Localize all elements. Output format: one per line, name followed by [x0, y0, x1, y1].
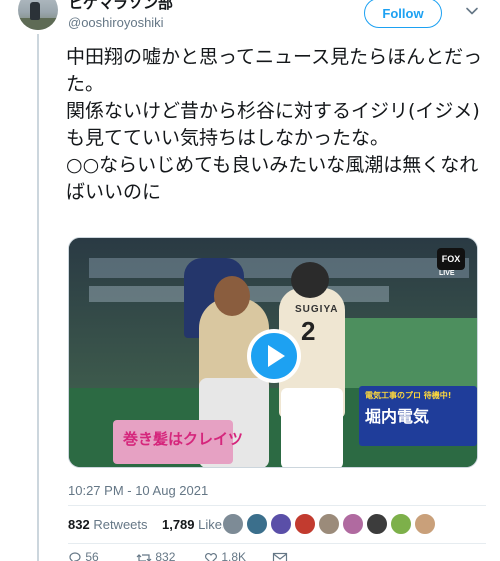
tweet-text: 中田翔の嘘かと思ってニュース見たらほんとだった。 関係ないけど昔から杉谷に対する…	[66, 46, 483, 203]
retweets-count[interactable]: 832	[68, 517, 90, 532]
avatar-5-icon[interactable]	[318, 513, 340, 535]
ad-sign-blue-main: 堀内電気	[365, 407, 430, 426]
ad-sign-blue-top: 電気工事のプロ 待機中!	[365, 391, 452, 400]
like-action[interactable]: 1.8K	[204, 550, 246, 561]
play-icon	[268, 345, 285, 367]
reply-count: 56	[85, 550, 99, 561]
likes-count[interactable]: 1,789	[162, 517, 195, 532]
retweets-label[interactable]: Retweets	[93, 517, 147, 532]
divider	[68, 505, 486, 506]
like-count: 1.8K	[221, 550, 247, 561]
retweet-icon	[136, 553, 152, 561]
avatar-3-icon[interactable]	[270, 513, 292, 535]
dm-action[interactable]	[272, 550, 288, 561]
engagement-stats: 832 Retweets 1,789 Likes	[68, 517, 229, 532]
jersey-name: SUGIYA	[295, 304, 339, 315]
thread-line	[37, 34, 39, 561]
tweet-header: ヒゲマラソン部 @ooshiroyoshiki Follow	[18, 0, 488, 38]
heart-icon	[205, 552, 217, 561]
chevron-down-icon[interactable]	[465, 4, 479, 18]
avatar-1-icon[interactable]	[222, 513, 244, 535]
reply-action[interactable]: 56	[68, 550, 99, 561]
avatar-9-icon[interactable]	[414, 513, 436, 535]
ad-sign-pink-text: 巻き髪はクレイツ	[123, 430, 244, 448]
play-button[interactable]	[247, 329, 301, 383]
display-name[interactable]: ヒゲマラソン部	[68, 0, 173, 13]
follow-button[interactable]: Follow	[364, 0, 442, 28]
avatar[interactable]	[18, 0, 58, 30]
avatar-7-icon[interactable]	[366, 513, 388, 535]
retweet-count: 832	[155, 550, 176, 561]
live-label: LIVE	[439, 270, 455, 277]
jersey-number: 2	[301, 316, 316, 346]
retweet-action[interactable]: 832	[136, 550, 175, 561]
avatar-2-icon[interactable]	[246, 513, 268, 535]
divider	[68, 543, 486, 544]
envelope-icon	[272, 552, 288, 561]
broadcaster-logo: FOX	[437, 248, 465, 270]
reply-icon	[69, 552, 81, 561]
tweet-timestamp[interactable]: 10:27 PM - 10 Aug 2021	[68, 483, 208, 498]
user-handle[interactable]: @ooshiroyoshiki	[68, 15, 164, 30]
tweet-actions: 56 832 1.8K	[68, 550, 468, 561]
video-player[interactable]: SUGIYA 2 巻き髪はクレイツ 電気工事のプロ 待機中! 堀内電気 FOX …	[68, 237, 478, 468]
avatar-8-icon[interactable]	[390, 513, 412, 535]
avatar-4-icon[interactable]	[294, 513, 316, 535]
avatar-6-icon[interactable]	[342, 513, 364, 535]
